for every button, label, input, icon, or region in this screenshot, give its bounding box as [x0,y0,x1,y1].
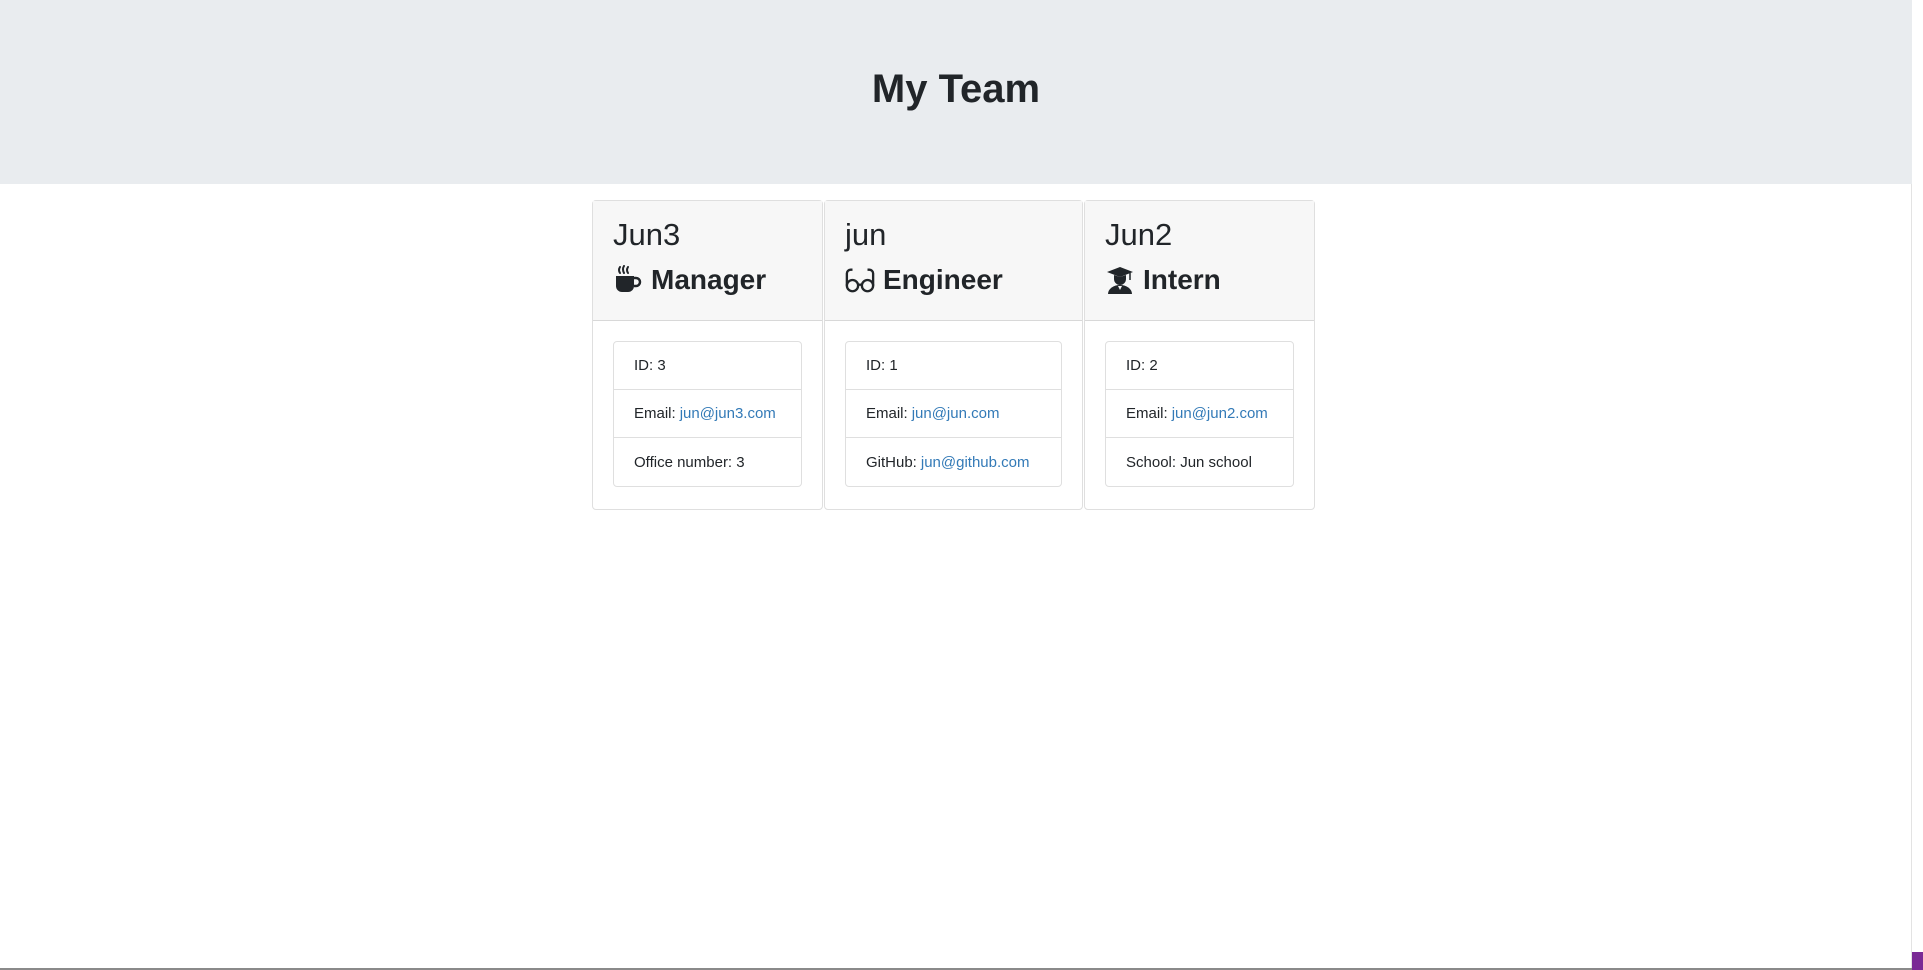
card-body: ID: 1 Email: jun@jun.com GitHub: jun@git… [825,321,1082,507]
employee-office-number: Office number: 3 [614,438,801,486]
card-header: Jun3 Manager [593,201,822,321]
employee-id: ID: 2 [1106,342,1293,390]
employee-role-label: Intern [1143,264,1221,295]
employee-name: jun [845,217,887,252]
employee-details: ID: 2 Email: jun@jun2.com School: Jun sc… [1105,341,1294,487]
scrollbar-thumb[interactable] [1912,952,1923,970]
employee-name: Jun2 [1105,217,1173,252]
employee-role-label: Engineer [883,264,1003,295]
employee-id: ID: 1 [846,342,1061,390]
email-label: Email: [866,405,908,422]
employee-id-text: ID: 1 [866,357,898,374]
employee-role-label: Manager [651,264,767,295]
employee-card-intern: Jun2 Intern ID: 2 Email: jun@jun2.com Sc… [1084,200,1315,510]
card-body: ID: 3 Email: jun@jun3.com Office number:… [593,321,822,507]
page-title: My Team [871,66,1041,111]
email-label: Email: [634,405,676,422]
employee-id: ID: 3 [614,342,801,390]
github-label: GitHub: [866,453,917,471]
office-number-text: Office number: 3 [634,453,745,471]
school-text: School: Jun school [1126,453,1252,471]
employee-role: Intern [1105,261,1294,299]
email-link[interactable]: jun@jun3.com [680,405,776,422]
employee-role: Engineer [845,261,1062,299]
card-header: jun Engineer [825,201,1082,321]
team-cards: Jun3 Manager ID: 3 Email: jun@jun3.com O… [592,200,1316,510]
glasses-icon [845,265,875,295]
card-header: Jun2 Intern [1085,201,1314,321]
employee-details: ID: 3 Email: jun@jun3.com Office number:… [613,341,802,487]
email-label: Email: [1126,405,1168,422]
employee-role: Manager [613,261,802,299]
employee-school: School: Jun school [1106,438,1293,486]
employee-email: Email: jun@jun3.com [614,390,801,438]
email-link[interactable]: jun@jun2.com [1172,405,1268,422]
card-body: ID: 2 Email: jun@jun2.com School: Jun sc… [1085,321,1314,507]
graduate-icon [1105,265,1135,295]
employee-email: Email: jun@jun.com [846,390,1061,438]
employee-github: GitHub: jun@github.com [846,438,1061,486]
employee-name: Jun3 [613,217,681,252]
page-header: My Team [0,0,1912,184]
employee-card-manager: Jun3 Manager ID: 3 Email: jun@jun3.com O… [592,200,823,510]
email-link[interactable]: jun@jun.com [912,405,1000,422]
employee-card-engineer: jun Engineer ID: 1 Email: jun@jun.com Gi… [824,200,1083,510]
scrollbar-track[interactable] [1911,184,1923,970]
employee-id-text: ID: 2 [1126,357,1158,374]
github-link[interactable]: jun@github.com [921,454,1030,471]
employee-details: ID: 1 Email: jun@jun.com GitHub: jun@git… [845,341,1062,487]
page: My Team Jun3 Manager ID: 3 Email: jun@ju… [0,0,1923,970]
coffee-mug-icon [613,265,643,295]
employee-id-text: ID: 3 [634,357,666,374]
employee-email: Email: jun@jun2.com [1106,390,1293,438]
